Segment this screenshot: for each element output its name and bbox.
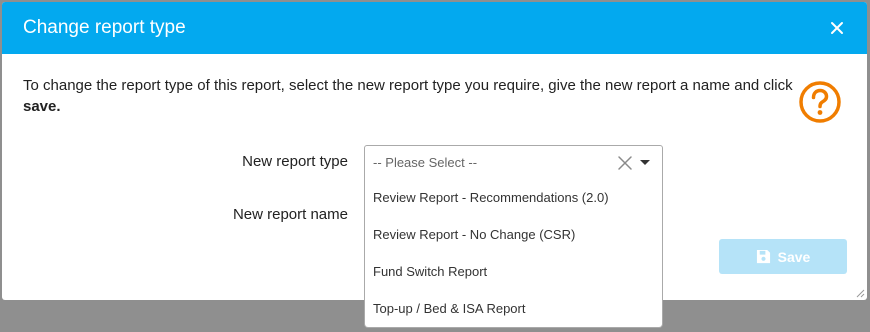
report-type-placeholder: -- Please Select -- [373,155,478,170]
instructions-text: To change the report type of this report… [23,75,793,117]
save-button-label: Save [777,248,811,265]
dropdown-option-fund-switch[interactable]: Fund Switch Report [365,253,662,290]
instructions-save-word: save. [23,98,61,115]
question-circle-icon[interactable] [798,80,842,124]
instructions-body: To change the report type of this report… [23,77,793,94]
report-type-label: New report type [242,153,348,170]
floppy-disk-icon [756,249,770,264]
close-button[interactable] [827,18,847,38]
resize-grip-icon[interactable] [855,288,865,298]
dialog-title: Change report type [23,17,186,38]
save-button[interactable]: Save [719,239,847,274]
clear-selection-icon[interactable] [616,154,634,172]
report-name-label: New report name [232,206,348,223]
dropdown-option-review-recommendations[interactable]: Review Report - Recommendations (2.0) [365,179,662,216]
dialog-header: Change report type [2,2,867,54]
close-icon [831,22,843,34]
report-type-select[interactable]: -- Please Select -- [364,145,663,180]
dropdown-option-review-no-change[interactable]: Review Report - No Change (CSR) [365,216,662,253]
report-type-dropdown: Review Report - Recommendations (2.0) Re… [364,179,663,328]
dropdown-option-top-up-bed-isa[interactable]: Top-up / Bed & ISA Report [365,290,662,327]
chevron-down-icon[interactable] [640,160,650,165]
